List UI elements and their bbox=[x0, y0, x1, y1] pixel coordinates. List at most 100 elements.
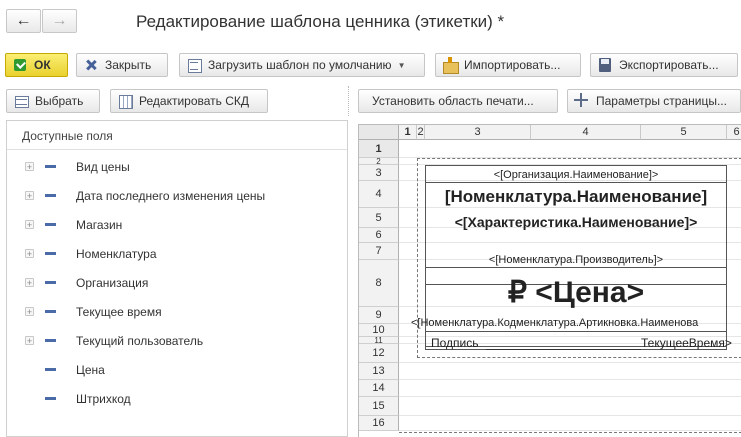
field-dash-icon bbox=[45, 281, 56, 284]
row-header[interactable]: 8 bbox=[359, 260, 399, 307]
field-dash-icon bbox=[45, 310, 56, 313]
close-button[interactable]: Закрыть bbox=[76, 53, 168, 77]
field-item[interactable]: + Дата последнего изменения цены bbox=[7, 186, 347, 206]
row-header[interactable]: 13 bbox=[359, 363, 399, 380]
load-default-label: Загрузить шаблон по умолчанию bbox=[208, 58, 392, 72]
page-break-line bbox=[399, 432, 741, 433]
row-header[interactable]: 11 bbox=[359, 336, 399, 345]
export-label: Экспортировать... bbox=[619, 58, 719, 72]
row-grid-line bbox=[399, 415, 741, 416]
expand-plus-icon[interactable]: + bbox=[25, 336, 34, 346]
row-header[interactable]: 5 bbox=[359, 208, 399, 228]
expand-plus-icon[interactable]: + bbox=[25, 162, 34, 172]
expand-plus-icon[interactable]: + bbox=[25, 278, 34, 288]
field-item[interactable]: Штрихкод bbox=[7, 389, 347, 409]
back-button[interactable]: ← bbox=[6, 9, 41, 33]
field-dash-icon bbox=[45, 194, 56, 197]
page-parameters-button[interactable]: Параметры страницы... bbox=[567, 89, 741, 113]
row-header[interactable]: 14 bbox=[359, 380, 399, 397]
ok-button[interactable]: ОК bbox=[5, 53, 68, 77]
row-header[interactable]: 9 bbox=[359, 307, 399, 324]
field-item[interactable]: + Номенклатура bbox=[7, 244, 347, 264]
column-header[interactable]: 2 bbox=[417, 125, 425, 140]
row-header[interactable]: 16 bbox=[359, 416, 399, 431]
dropdown-arrow-icon: ▼ bbox=[397, 60, 406, 70]
close-label: Закрыть bbox=[105, 58, 152, 72]
field-dash-icon bbox=[45, 223, 56, 226]
label-row-divider bbox=[426, 267, 726, 268]
column-header[interactable]: 4 bbox=[531, 125, 641, 140]
column-header[interactable]: 1 bbox=[399, 125, 417, 140]
row-grid-line bbox=[399, 379, 741, 380]
cell-signature[interactable]: Подпись bbox=[431, 336, 479, 350]
row-header[interactable]: 6 bbox=[359, 228, 399, 243]
edit-skd-button[interactable]: Редактировать СКД bbox=[110, 89, 268, 113]
forward-button[interactable]: → bbox=[42, 9, 77, 33]
row-header[interactable]: 3 bbox=[359, 165, 399, 181]
cell-nomenclature[interactable]: [Номенклатура.Наименование] bbox=[419, 187, 733, 207]
checkmark-icon bbox=[12, 57, 28, 73]
field-label: Вид цены bbox=[76, 160, 130, 174]
select-list-icon bbox=[13, 93, 29, 109]
row-header[interactable]: 15 bbox=[359, 397, 399, 416]
expand-plus-icon[interactable]: + bbox=[25, 191, 34, 201]
row-grid-line bbox=[399, 362, 741, 363]
field-label: Магазин bbox=[76, 218, 123, 232]
row-header[interactable]: 12 bbox=[359, 344, 399, 363]
export-button[interactable]: Экспортировать... bbox=[590, 53, 738, 77]
sheet-corner[interactable] bbox=[359, 125, 399, 140]
ok-label: ОК bbox=[34, 58, 51, 72]
save-disk-icon bbox=[597, 57, 613, 73]
close-icon bbox=[83, 57, 99, 73]
field-item[interactable]: + Магазин bbox=[7, 215, 347, 235]
field-item[interactable]: Цена bbox=[7, 360, 347, 380]
field-dash-icon bbox=[45, 252, 56, 255]
row-header[interactable]: 7 bbox=[359, 243, 399, 260]
row-header[interactable]: 4 bbox=[359, 181, 399, 208]
cell-current-time[interactable]: ТекущееВремя> bbox=[641, 336, 732, 350]
field-item[interactable]: + Текущий пользователь bbox=[7, 331, 347, 351]
cell-organization[interactable]: <[Организация.Наименование]> bbox=[425, 169, 727, 181]
label-row-divider bbox=[426, 182, 726, 183]
label-row-divider bbox=[426, 331, 726, 332]
row-grid-line bbox=[399, 396, 741, 397]
template-spreadsheet[interactable]: 123456 1 2 3 4 5 6 7 8 9 10 11 12 13 14 15 16 <[Организ… bbox=[358, 124, 741, 437]
field-dash-icon bbox=[45, 397, 56, 400]
field-item[interactable]: + Организация bbox=[7, 273, 347, 293]
column-header[interactable]: 6 bbox=[727, 125, 741, 140]
expand-plus-icon[interactable]: + bbox=[25, 307, 34, 317]
edit-skd-label: Редактировать СКД bbox=[139, 94, 250, 108]
field-item[interactable]: + Текущее время bbox=[7, 302, 347, 322]
cell-characteristic[interactable]: <[Характеристика.Наименование]> bbox=[425, 214, 727, 230]
print-area-bottom bbox=[417, 357, 741, 358]
row-header[interactable]: 2 bbox=[359, 157, 399, 166]
expand-plus-icon[interactable]: + bbox=[25, 249, 34, 259]
import-button[interactable]: Импортировать... bbox=[435, 53, 581, 77]
schema-icon bbox=[117, 93, 133, 109]
cell-manufacturer[interactable]: <[Номенклатура.Производитель]> bbox=[425, 254, 727, 266]
cell-price[interactable]: ₽ <Цена> bbox=[425, 275, 727, 310]
cell-article[interactable]: <[Номенклатура.Кодменклатура.Артикновка.… bbox=[411, 317, 698, 329]
move-cross-icon bbox=[574, 93, 590, 109]
folder-open-icon bbox=[442, 57, 459, 74]
load-default-template-button[interactable]: Загрузить шаблон по умолчанию ▼ bbox=[179, 53, 425, 77]
select-button[interactable]: Выбрать bbox=[6, 89, 100, 113]
field-dash-icon bbox=[45, 165, 56, 168]
column-header[interactable]: 3 bbox=[425, 125, 531, 140]
field-dash-icon bbox=[45, 339, 56, 342]
field-item[interactable]: + Вид цены bbox=[7, 157, 347, 177]
page-parameters-label: Параметры страницы... bbox=[596, 94, 727, 108]
expand-plus-icon[interactable]: + bbox=[25, 220, 34, 230]
import-label: Импортировать... bbox=[464, 58, 561, 72]
available-fields-panel: Доступные поля + Вид цены + Дата последнего… bbox=[6, 120, 348, 437]
field-label: Текущий пользователь bbox=[76, 334, 204, 348]
price-template-editor-window: ← → Редактирование шаблона ценника (этик… bbox=[0, 0, 741, 437]
available-fields-header: Доступные поля bbox=[7, 121, 347, 150]
window-title: Редактирование шаблона ценника (этикетки… bbox=[136, 12, 505, 31]
set-print-area-button[interactable]: Установить область печати... bbox=[358, 89, 558, 113]
field-label: Номенклатура bbox=[76, 247, 157, 261]
row-header[interactable]: 1 bbox=[359, 140, 399, 158]
arrow-left-icon: ← bbox=[15, 12, 32, 29]
select-label: Выбрать bbox=[35, 94, 84, 108]
column-header[interactable]: 5 bbox=[641, 125, 727, 140]
